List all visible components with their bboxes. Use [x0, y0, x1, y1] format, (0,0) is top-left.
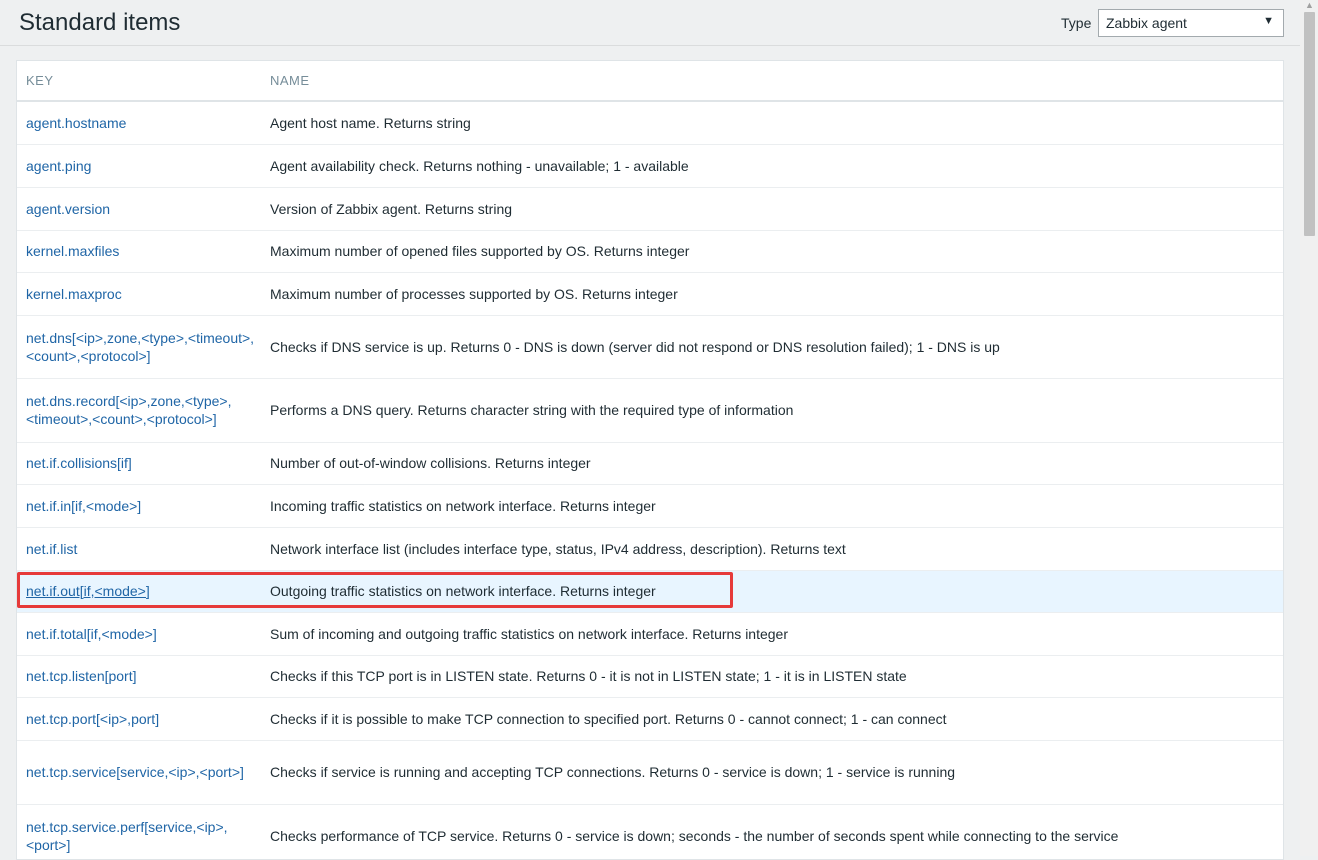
- key-cell: net.tcp.listen[port]: [17, 655, 261, 698]
- item-name: Agent host name. Returns string: [261, 101, 1283, 145]
- item-name: Checks if service is running and accepti…: [261, 740, 1283, 805]
- item-key-link[interactable]: net.dns.record[<ip>,zone,<type>,<timeout…: [26, 393, 231, 427]
- item-key-link[interactable]: agent.ping: [26, 158, 91, 174]
- table-row[interactable]: net.dns.record[<ip>,zone,<type>,<timeout…: [17, 378, 1283, 443]
- key-cell: net.if.total[if,<mode>]: [17, 612, 261, 656]
- table-row[interactable]: agent.version Version of Zabbix agent. R…: [17, 187, 1283, 231]
- table-row[interactable]: net.dns[<ip>,zone,<type>,<timeout>,<coun…: [17, 315, 1283, 379]
- item-key-link[interactable]: kernel.maxproc: [26, 286, 122, 302]
- table-row[interactable]: net.tcp.service.perf[service,<ip>,<port>…: [17, 804, 1283, 859]
- item-name: Sum of incoming and outgoing traffic sta…: [261, 612, 1283, 656]
- key-cell: net.if.collisions[if]: [17, 442, 261, 485]
- table-row[interactable]: net.tcp.listen[port] Checks if this TCP …: [17, 655, 1283, 698]
- scroll-up-arrow-icon[interactable]: ▲: [1305, 0, 1314, 10]
- item-name: Checks if DNS service is up. Returns 0 -…: [261, 315, 1283, 379]
- item-name: Maximum number of opened files supported…: [261, 230, 1283, 273]
- table-row[interactable]: net.tcp.service[service,<ip>,<port>] Che…: [17, 740, 1283, 805]
- table-row[interactable]: kernel.maxproc Maximum number of process…: [17, 272, 1283, 316]
- type-select-value: Zabbix agent: [1106, 15, 1187, 31]
- key-cell: kernel.maxfiles: [17, 230, 261, 273]
- key-cell: agent.hostname: [17, 101, 261, 145]
- item-key-link[interactable]: net.if.total[if,<mode>]: [26, 626, 157, 642]
- item-key-link[interactable]: net.tcp.listen[port]: [26, 668, 137, 684]
- item-key-link[interactable]: net.tcp.service.perf[service,<ip>,<port>…: [26, 819, 228, 853]
- item-name: Maximum number of processes supported by…: [261, 272, 1283, 316]
- table-row[interactable]: net.if.in[if,<mode>] Incoming traffic st…: [17, 484, 1283, 528]
- table-row[interactable]: net.if.list Network interface list (incl…: [17, 527, 1283, 571]
- page-title: Standard items: [19, 9, 181, 36]
- item-key-link[interactable]: net.dns[<ip>,zone,<type>,<timeout>,<coun…: [26, 330, 254, 364]
- item-key-link[interactable]: net.if.in[if,<mode>]: [26, 498, 141, 514]
- key-cell: net.dns.record[<ip>,zone,<type>,<timeout…: [17, 378, 261, 443]
- column-header-key: KEY: [17, 61, 261, 102]
- key-cell: agent.version: [17, 187, 261, 231]
- column-header-name: NAME: [261, 61, 1283, 102]
- table-row-selected[interactable]: net.if.out[if,<mode>] Outgoing traffic s…: [17, 570, 1283, 613]
- items-table: KEY NAME agent.hostname Agent host name.…: [17, 61, 1283, 859]
- item-name: Checks if this TCP port is in LISTEN sta…: [261, 655, 1283, 698]
- item-key-link[interactable]: net.if.out[if,<mode>]: [26, 583, 150, 599]
- key-cell: net.tcp.service.perf[service,<ip>,<port>…: [17, 804, 261, 859]
- items-table-container: KEY NAME agent.hostname Agent host name.…: [16, 60, 1284, 860]
- table-header-row: KEY NAME: [17, 61, 1283, 102]
- table-row[interactable]: agent.ping Agent availability check. Ret…: [17, 144, 1283, 188]
- item-name: Agent availability check. Returns nothin…: [261, 144, 1283, 188]
- item-name: Network interface list (includes interfa…: [261, 527, 1283, 571]
- type-label: Type: [1061, 15, 1092, 31]
- scrollbar-thumb[interactable]: [1304, 12, 1315, 236]
- page-header: Standard items Type Zabbix agent ▼: [0, 0, 1300, 46]
- item-key-link[interactable]: kernel.maxfiles: [26, 243, 119, 259]
- item-key-link[interactable]: net.tcp.port[<ip>,port]: [26, 711, 159, 727]
- item-name: Version of Zabbix agent. Returns string: [261, 187, 1283, 231]
- item-name: Incoming traffic statistics on network i…: [261, 484, 1283, 528]
- vertical-scrollbar[interactable]: ▲: [1300, 0, 1318, 856]
- table-row[interactable]: kernel.maxfiles Maximum number of opened…: [17, 230, 1283, 273]
- key-cell: net.if.in[if,<mode>]: [17, 484, 261, 528]
- type-select[interactable]: Zabbix agent ▼: [1098, 9, 1284, 37]
- item-key-link[interactable]: net.if.list: [26, 541, 77, 557]
- key-cell: net.dns[<ip>,zone,<type>,<timeout>,<coun…: [17, 315, 261, 379]
- table-row[interactable]: net.if.collisions[if] Number of out-of-w…: [17, 442, 1283, 485]
- item-name: Performs a DNS query. Returns character …: [261, 378, 1283, 443]
- key-cell: net.tcp.port[<ip>,port]: [17, 697, 261, 741]
- item-name: Checks performance of TCP service. Retur…: [261, 804, 1283, 859]
- key-cell: net.if.out[if,<mode>]: [17, 570, 261, 613]
- key-cell: agent.ping: [17, 144, 261, 188]
- item-name: Number of out-of-window collisions. Retu…: [261, 442, 1283, 485]
- item-name: Checks if it is possible to make TCP con…: [261, 697, 1283, 741]
- item-key-link[interactable]: net.tcp.service[service,<ip>,<port>]: [26, 764, 244, 780]
- table-row[interactable]: agent.hostname Agent host name. Returns …: [17, 101, 1283, 145]
- table-row[interactable]: net.tcp.port[<ip>,port] Checks if it is …: [17, 697, 1283, 741]
- chevron-down-icon: ▼: [1263, 15, 1274, 27]
- item-key-link[interactable]: agent.hostname: [26, 115, 126, 131]
- item-name: Outgoing traffic statistics on network i…: [261, 570, 1283, 613]
- table-row[interactable]: net.if.total[if,<mode>] Sum of incoming …: [17, 612, 1283, 656]
- item-key-link[interactable]: agent.version: [26, 201, 110, 217]
- key-cell: net.if.list: [17, 527, 261, 571]
- key-cell: kernel.maxproc: [17, 272, 261, 316]
- item-key-link[interactable]: net.if.collisions[if]: [26, 455, 132, 471]
- key-cell: net.tcp.service[service,<ip>,<port>]: [17, 740, 261, 805]
